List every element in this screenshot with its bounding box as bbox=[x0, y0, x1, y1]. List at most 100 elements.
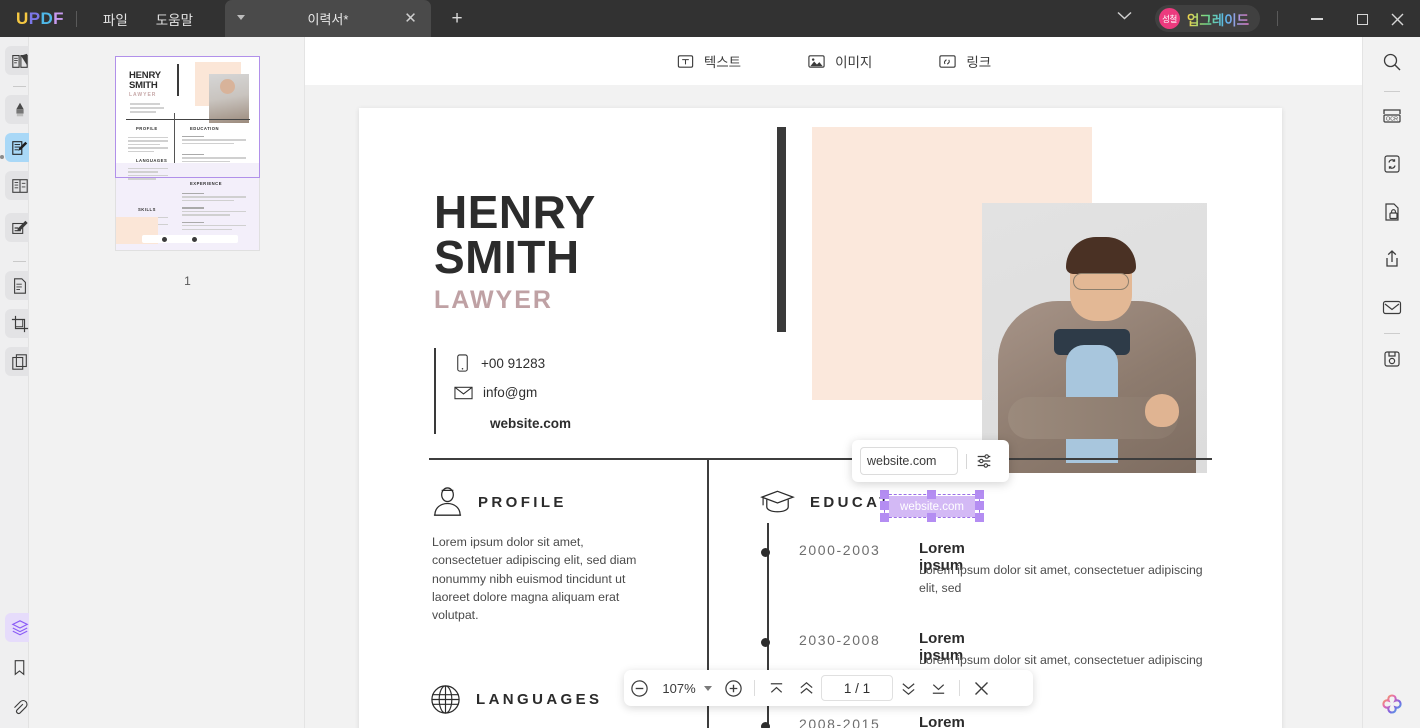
contact-rule bbox=[434, 348, 436, 434]
resize-handle-e[interactable] bbox=[975, 501, 984, 510]
contact-email-text: info@gm bbox=[483, 385, 538, 400]
left-toolbar bbox=[0, 37, 34, 728]
education-date: 2000-2003 bbox=[799, 542, 881, 558]
page-organize-icon bbox=[11, 177, 29, 195]
new-tab-button[interactable]: + bbox=[447, 9, 467, 29]
pdf-page[interactable]: HENRY SMITH LAWYER +00 91283 info@gm webs… bbox=[359, 108, 1282, 728]
selected-link-annotation[interactable]: website.com bbox=[880, 490, 984, 522]
edit-pdf-icon bbox=[11, 139, 29, 157]
search-icon bbox=[1382, 52, 1402, 72]
ocr-icon: OCR bbox=[1382, 107, 1402, 127]
lock-document-icon bbox=[1382, 202, 1402, 222]
text-box-icon bbox=[676, 52, 695, 71]
link-edit-popup bbox=[852, 440, 1009, 482]
save-button[interactable] bbox=[1371, 342, 1413, 376]
zoom-in-button[interactable] bbox=[718, 670, 748, 706]
document-tab[interactable]: 이력서* ✕ bbox=[225, 0, 431, 37]
thumb-education-text bbox=[182, 136, 246, 146]
contact-website-text: website.com bbox=[490, 416, 572, 431]
tool-link[interactable]: 링크 bbox=[929, 46, 1000, 76]
book-reader-icon bbox=[11, 52, 29, 70]
phone-icon bbox=[454, 354, 471, 373]
right-rail-divider-2 bbox=[1384, 333, 1400, 334]
updf-window: UPDF 파일 도움말 이력서* ✕ + 성철 업그레이드 HENRY SMIT… bbox=[0, 0, 1420, 728]
resume-photo[interactable] bbox=[982, 203, 1207, 473]
section-languages-title: LANGUAGES bbox=[476, 691, 603, 708]
popup-divider bbox=[966, 453, 967, 469]
logo-letter-d: D bbox=[40, 8, 54, 28]
first-page-button[interactable] bbox=[761, 670, 791, 706]
upgrade-button[interactable]: 성철 업그레이드 bbox=[1155, 5, 1261, 32]
last-page-button[interactable] bbox=[923, 670, 953, 706]
section-profile-header: PROFILE bbox=[431, 486, 567, 519]
contact-phone-text: +00 91283 bbox=[481, 356, 546, 371]
resize-handle-se[interactable] bbox=[975, 513, 984, 522]
timeline-dot bbox=[761, 548, 770, 557]
document-convert-icon bbox=[11, 277, 29, 295]
logo-letter-p: P bbox=[28, 8, 41, 28]
save-disk-icon bbox=[1382, 349, 1402, 369]
close-button[interactable] bbox=[1386, 8, 1408, 30]
thumb-head-experience: EXPERIENCE bbox=[190, 181, 222, 186]
thumb-contacts bbox=[130, 103, 172, 115]
layers-icon bbox=[10, 619, 29, 637]
prev-page-button[interactable] bbox=[791, 670, 821, 706]
resize-handle-n[interactable] bbox=[927, 490, 936, 499]
minimize-button[interactable] bbox=[1306, 8, 1328, 30]
link-url-input[interactable] bbox=[860, 447, 958, 475]
zoom-out-button[interactable] bbox=[624, 670, 654, 706]
tool-image[interactable]: 이미지 bbox=[798, 46, 881, 76]
paperclip-icon bbox=[11, 699, 28, 716]
page-indicator[interactable]: 1 / 1 bbox=[821, 675, 893, 701]
avatar: 성철 bbox=[1159, 8, 1180, 29]
resize-handle-ne[interactable] bbox=[975, 490, 984, 499]
education-title: Lorem ipsum bbox=[919, 714, 965, 728]
highlighter-icon bbox=[11, 101, 29, 119]
svg-text:OCR: OCR bbox=[1386, 117, 1398, 123]
resize-handle-sw[interactable] bbox=[880, 513, 889, 522]
menu-help[interactable]: 도움말 bbox=[142, 3, 207, 35]
right-toolbar: OCR bbox=[1362, 37, 1420, 728]
ai-assistant-button[interactable] bbox=[1379, 692, 1405, 718]
resize-handle-nw[interactable] bbox=[880, 490, 889, 499]
sliders-icon[interactable] bbox=[975, 452, 993, 470]
zoom-dropdown-icon[interactable] bbox=[704, 685, 712, 691]
logo-letter-f: F bbox=[53, 8, 64, 28]
right-rail-divider-1 bbox=[1384, 91, 1400, 92]
chevron-down-icon[interactable] bbox=[1117, 11, 1132, 20]
resume-vertical-bar bbox=[777, 127, 786, 332]
share-button[interactable] bbox=[1371, 242, 1413, 276]
contact-email[interactable]: info@gm bbox=[454, 385, 537, 400]
tool-link-label: 링크 bbox=[966, 55, 992, 70]
ocr-button[interactable]: OCR bbox=[1371, 100, 1413, 134]
education-desc: Lorem ipsum dolor sit amet, consectetuer… bbox=[919, 563, 1203, 595]
person-icon bbox=[431, 486, 464, 519]
convert-refresh-icon bbox=[1382, 154, 1402, 174]
zoom-toolbar: 107% 1 / 1 bbox=[624, 670, 1033, 706]
updf-logo: UPDF bbox=[16, 9, 64, 29]
tab-close-icon[interactable]: ✕ bbox=[402, 10, 419, 27]
tool-text[interactable]: 텍스트 bbox=[667, 46, 750, 76]
resize-handle-s[interactable] bbox=[927, 513, 936, 522]
email-button[interactable] bbox=[1371, 290, 1413, 324]
thumb-head-skills: SKILLS bbox=[138, 207, 156, 212]
contact-website[interactable]: website.com bbox=[490, 416, 571, 431]
convert-button[interactable] bbox=[1371, 147, 1413, 181]
search-button[interactable] bbox=[1371, 45, 1413, 79]
resize-handle-w[interactable] bbox=[880, 501, 889, 510]
next-page-button[interactable] bbox=[893, 670, 923, 706]
thumb-photo bbox=[209, 74, 249, 123]
profile-body[interactable]: Lorem ipsum dolor sit amet, consectetuer… bbox=[432, 533, 647, 624]
contact-phone[interactable]: +00 91283 bbox=[454, 354, 545, 373]
maximize-button[interactable] bbox=[1351, 8, 1373, 30]
resume-name[interactable]: HENRY SMITH bbox=[434, 189, 596, 280]
thumb-profile-text bbox=[128, 137, 168, 154]
zoom-level-label[interactable]: 107% bbox=[654, 681, 704, 696]
document-viewport[interactable]: HENRY SMITH LAWYER +00 91283 info@gm webs… bbox=[305, 85, 1362, 728]
tab-dropdown-icon[interactable] bbox=[237, 15, 245, 20]
resume-role[interactable]: LAWYER bbox=[434, 286, 553, 315]
close-zoombar-button[interactable] bbox=[966, 670, 996, 706]
menu-file[interactable]: 파일 bbox=[89, 3, 142, 35]
protect-button[interactable] bbox=[1371, 195, 1413, 229]
page-thumbnail[interactable]: HENRY SMITH LAWYER PROFILE EDUCATION LAN… bbox=[116, 57, 259, 250]
